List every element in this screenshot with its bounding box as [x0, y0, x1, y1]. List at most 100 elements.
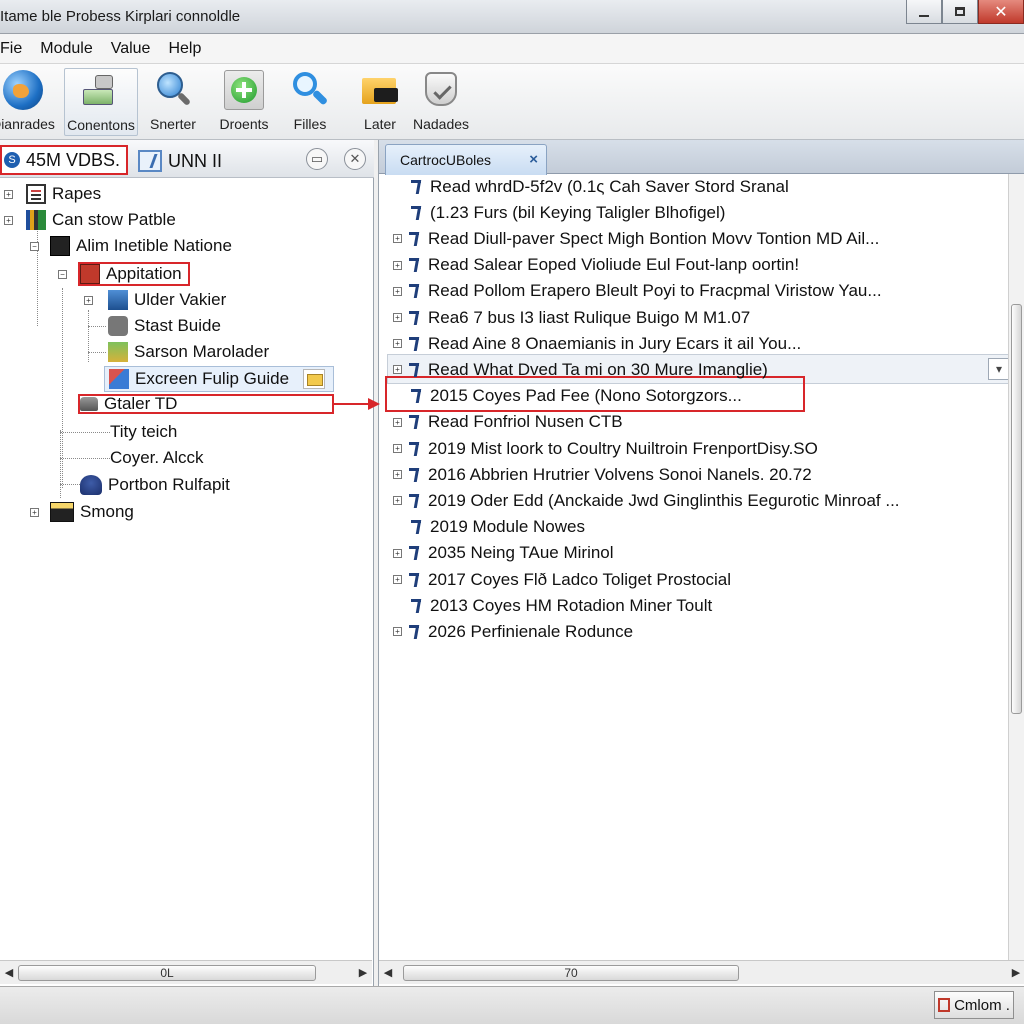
window-controls: ✕: [906, 0, 1024, 24]
add-icon: [224, 70, 264, 110]
expand-toggle[interactable]: +: [393, 627, 402, 637]
list-item[interactable]: + Read Aine 8 Onaemianis in Jury Ecars it…: [393, 331, 801, 356]
scroll-thumb[interactable]: 0L: [18, 964, 316, 981]
tree-item-ulder-vakier[interactable]: Ulder Vakier: [108, 288, 226, 312]
expand-toggle[interactable]: +: [393, 260, 402, 270]
tree-item-label: Appitation: [106, 264, 182, 283]
tree-item-can-stow-patble[interactable]: Can stow Patble: [26, 208, 176, 232]
tree-item-portbon-rulfapit[interactable]: Portbon Rulfapit: [80, 473, 230, 497]
toolbar-button-droents[interactable]: Droents: [207, 68, 281, 136]
tree-item-tity-teich[interactable]: Tity teich: [110, 420, 177, 444]
toolbar-button-filles[interactable]: Filles: [273, 68, 347, 136]
scroll-thumb[interactable]: 70: [403, 964, 739, 981]
menu-help[interactable]: Help: [159, 40, 210, 58]
tree-item-smong[interactable]: Smong: [50, 500, 134, 524]
app-window: Itame ble Probess Kirplari connoldle ✕ F…: [0, 0, 1024, 1024]
title-bar: Itame ble Probess Kirplari connoldle ✕: [0, 0, 1024, 34]
expand-toggle[interactable]: +: [393, 548, 402, 558]
expand-toggle[interactable]: +: [393, 496, 402, 506]
expand-toggle[interactable]: +: [393, 286, 402, 296]
list-item[interactable]: 2015 Coyes Pad Fee (Nono Sotorgzors...: [393, 384, 742, 409]
toolbar-button-dianrades[interactable]: Dianrades: [0, 68, 60, 136]
document-horizontal-scrollbar[interactable]: ◀ 70 ▶: [379, 960, 1024, 984]
list-item-label: Read Aine 8 Onaemianis in Jury Ecars it …: [428, 333, 802, 353]
list-item[interactable]: + Read Pollom Erapero Bleult Poyi to Frac…: [393, 279, 882, 304]
tree-item-label: Smong: [80, 502, 134, 521]
expand-toggle[interactable]: +: [30, 508, 39, 517]
list-item[interactable]: +2016 Abbrien Hrutrier Volvens Sonoi Nan…: [393, 462, 812, 487]
pane-pin-button[interactable]: ✕: [344, 148, 366, 170]
folder-icon: [360, 70, 400, 110]
sensor-icon: [108, 342, 128, 362]
connection-icon: [81, 71, 121, 111]
tab-cartrocuboles[interactable]: CartrocUBoles ×: [385, 144, 547, 175]
close-button[interactable]: ✕: [978, 0, 1024, 24]
expand-toggle[interactable]: +: [393, 444, 402, 453]
open-folder-button[interactable]: [303, 369, 326, 389]
engine-icon: [108, 316, 128, 336]
tree-item-sarson-marolader[interactable]: Sarson Marolader: [108, 340, 269, 364]
chevron-down-icon[interactable]: ▾: [988, 358, 1010, 380]
list-item[interactable]: + Rea6 7 bus I3 liast Rulique Buigo M M1.…: [393, 305, 750, 330]
toolbar-button-conentons[interactable]: Conentons: [64, 68, 138, 136]
tree-item-alim-inetible-natione[interactable]: Alim Inetible Natione: [50, 234, 232, 258]
toolbar-button-snerter[interactable]: Snerter: [136, 68, 210, 136]
minimize-button[interactable]: [906, 0, 942, 24]
expand-toggle[interactable]: −: [58, 270, 67, 279]
list-item[interactable]: +2026 Perfinienale Rodunce: [393, 619, 633, 644]
list-item[interactable]: 2019 Module Nowes: [393, 515, 585, 540]
tree-item-stast-buide[interactable]: Stast Buide: [108, 314, 221, 338]
menu-module[interactable]: Module: [31, 40, 101, 58]
tab-unn[interactable]: UNN II: [138, 148, 222, 174]
expand-toggle[interactable]: +: [393, 470, 402, 480]
list-item[interactable]: (1.23 Furs (bil Keying Taligler Blhofige…: [393, 200, 725, 225]
tree-horizontal-scrollbar[interactable]: ◀ 0L ▶: [0, 960, 372, 984]
list-item[interactable]: +2017 Coyes Flð Ladco Toliget Prostocial: [393, 567, 731, 592]
list-item[interactable]: +2019 Mist loork to Coultry Nuiltroin Fr…: [393, 436, 818, 461]
close-tab-icon[interactable]: ×: [529, 151, 538, 168]
maximize-button[interactable]: [942, 0, 978, 24]
menu-file[interactable]: Fie: [0, 40, 31, 58]
expand-toggle[interactable]: +: [4, 216, 13, 225]
expand-toggle[interactable]: +: [84, 296, 93, 305]
document-vertical-scrollbar[interactable]: [1008, 174, 1024, 964]
tree-item-rapes[interactable]: Rapes: [26, 182, 101, 206]
status-button-label: Cmlom .: [954, 996, 1010, 1014]
tree-item-label: Rapes: [52, 184, 102, 203]
expand-toggle[interactable]: +: [393, 339, 402, 349]
list-item[interactable]: Read whrdD-5f2v (0.1ς Cah Saver Stord Sr…: [393, 174, 789, 199]
scroll-left-icon[interactable]: ◀: [379, 966, 397, 979]
scroll-left-icon[interactable]: ◀: [0, 966, 18, 979]
list-item[interactable]: + Read Diull-paver Spect Migh Bontion Mov…: [393, 226, 879, 251]
list-item[interactable]: +2019 Oder Edd (Anckaide Jwd Ginglinthis…: [393, 488, 900, 513]
status-button[interactable]: Cmlom .: [934, 991, 1014, 1019]
list-item[interactable]: +2035 Neing TAue Mirinol: [393, 541, 614, 566]
expand-toggle[interactable]: +: [393, 417, 402, 427]
expand-toggle[interactable]: +: [393, 575, 402, 584]
tree-item-gtaler-td[interactable]: Gtaler TD: [78, 394, 334, 414]
tab-45m-vdbs[interactable]: S 45M VDBS.: [0, 145, 128, 175]
list-item[interactable]: + Read Salear Eoped Violiude Eul Fout-lan…: [393, 253, 799, 278]
list-item[interactable]: + Read What Dved Ta mi on 30 Mure Imangli…: [393, 357, 768, 382]
search-globe-icon: [153, 70, 193, 110]
list-item[interactable]: + Read Fonfriol Nusen CTB: [393, 410, 623, 435]
scroll-right-icon[interactable]: ▶: [354, 966, 372, 979]
list-item[interactable]: 2013 Coyes HM Rotadion Miner Toult: [393, 593, 712, 618]
monitor-icon: [50, 502, 74, 522]
expand-toggle[interactable]: +: [393, 313, 402, 322]
expand-toggle[interactable]: +: [393, 234, 402, 244]
status-bar: Cmlom .: [0, 986, 1024, 1024]
expand-toggle[interactable]: +: [393, 365, 402, 375]
expand-toggle[interactable]: +: [4, 190, 13, 199]
callout-arrow-head: [368, 398, 380, 410]
pane-options-button[interactable]: ▭: [306, 148, 328, 170]
module-icon: [50, 236, 70, 256]
menu-value[interactable]: Value: [102, 40, 160, 58]
scroll-right-icon[interactable]: ▶: [1007, 966, 1024, 979]
toolbar-button-nadades[interactable]: Nadades: [404, 68, 478, 136]
tree-item-excreen-fulip-guide[interactable]: Excreen Fulip Guide: [104, 366, 334, 392]
expand-toggle[interactable]: −: [30, 242, 39, 251]
scroll-thumb[interactable]: [1011, 304, 1022, 714]
tree-item-coyer-alcck[interactable]: Coyer. Alcck: [110, 446, 204, 470]
tree-item-appitation[interactable]: Appitation: [78, 262, 190, 286]
